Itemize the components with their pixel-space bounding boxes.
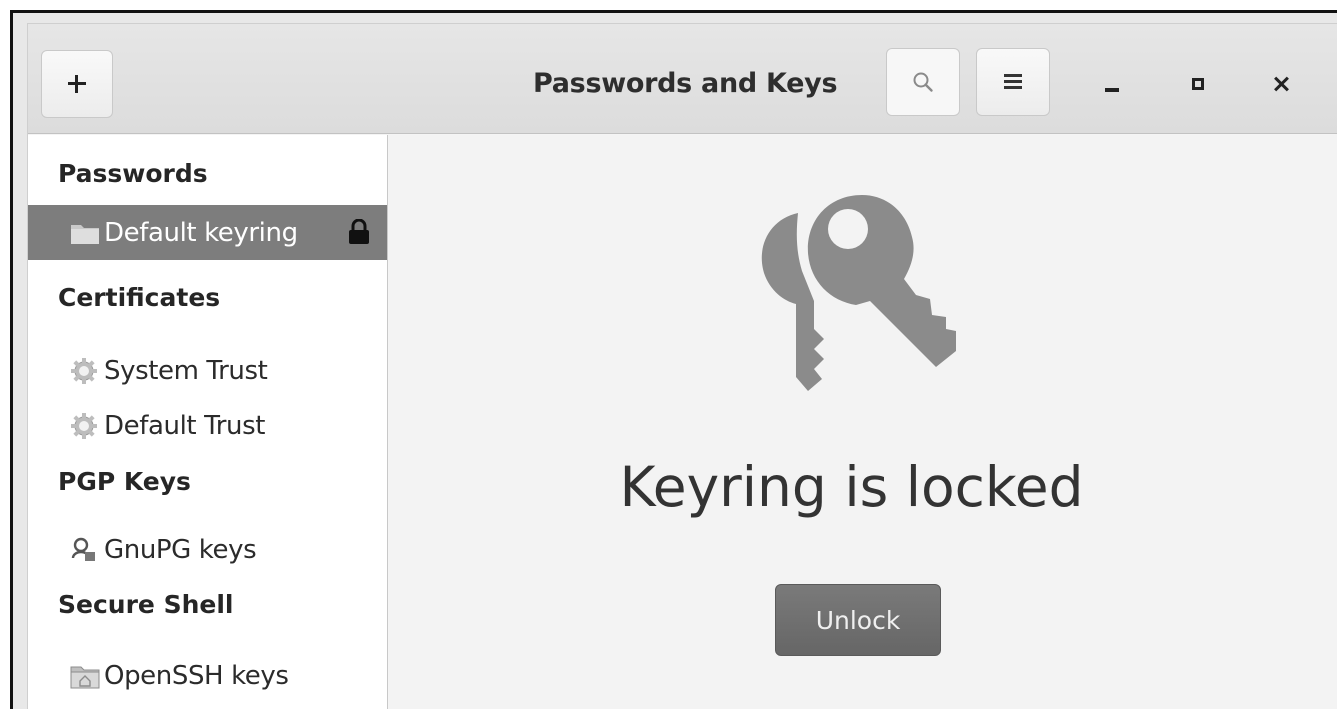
section-heading-secure-shell: Secure Shell <box>58 590 234 619</box>
folder-icon <box>70 218 104 248</box>
close-icon <box>1274 76 1290 92</box>
gear-icon <box>70 411 104 441</box>
sidebar-item-label: Default Trust <box>104 410 266 441</box>
minimize-button[interactable] <box>1092 64 1132 104</box>
gear-icon <box>70 356 104 386</box>
window-frame: Passwords and Keys Passwords Default key… <box>27 23 1337 709</box>
sidebar: Passwords Default keyring Certificates S… <box>28 135 388 709</box>
sidebar-item-default-trust[interactable]: Default Trust <box>28 398 387 453</box>
section-heading-certificates: Certificates <box>58 283 221 312</box>
keys-icon <box>761 195 956 391</box>
lock-icon <box>347 218 371 252</box>
section-heading-passwords: Passwords <box>58 159 208 188</box>
search-button[interactable] <box>886 48 960 116</box>
sidebar-item-default-keyring[interactable]: Default keyring <box>28 205 387 260</box>
maximize-icon <box>1192 78 1204 90</box>
window-title: Passwords and Keys <box>533 68 838 99</box>
search-icon <box>913 72 933 92</box>
sidebar-item-openssh-keys[interactable]: OpenSSH keys <box>28 648 387 703</box>
app-window: Passwords and Keys Passwords Default key… <box>10 10 1337 709</box>
close-button[interactable] <box>1262 64 1302 104</box>
sidebar-item-label: GnuPG keys <box>104 534 257 565</box>
add-button[interactable] <box>41 50 113 118</box>
header-bar: Passwords and Keys <box>28 24 1337 134</box>
folder-home-icon <box>70 661 104 691</box>
plus-icon <box>68 75 86 93</box>
sidebar-item-label: System Trust <box>104 355 268 386</box>
menu-button[interactable] <box>976 48 1050 116</box>
hamburger-icon <box>1004 74 1022 90</box>
sidebar-item-gnupg-keys[interactable]: GnuPG keys <box>28 522 387 577</box>
section-heading-pgp-keys: PGP Keys <box>58 467 191 496</box>
status-message: Keyring is locked <box>619 455 1084 519</box>
key-person-icon <box>70 535 104 565</box>
unlock-button[interactable]: Unlock <box>775 584 941 656</box>
sidebar-item-label: Default keyring <box>104 217 298 248</box>
minimize-icon <box>1105 88 1119 92</box>
sidebar-item-label: OpenSSH keys <box>104 660 289 691</box>
sidebar-item-system-trust[interactable]: System Trust <box>28 343 387 398</box>
maximize-button[interactable] <box>1178 64 1218 104</box>
main-content: Keyring is locked Unlock <box>389 135 1337 709</box>
